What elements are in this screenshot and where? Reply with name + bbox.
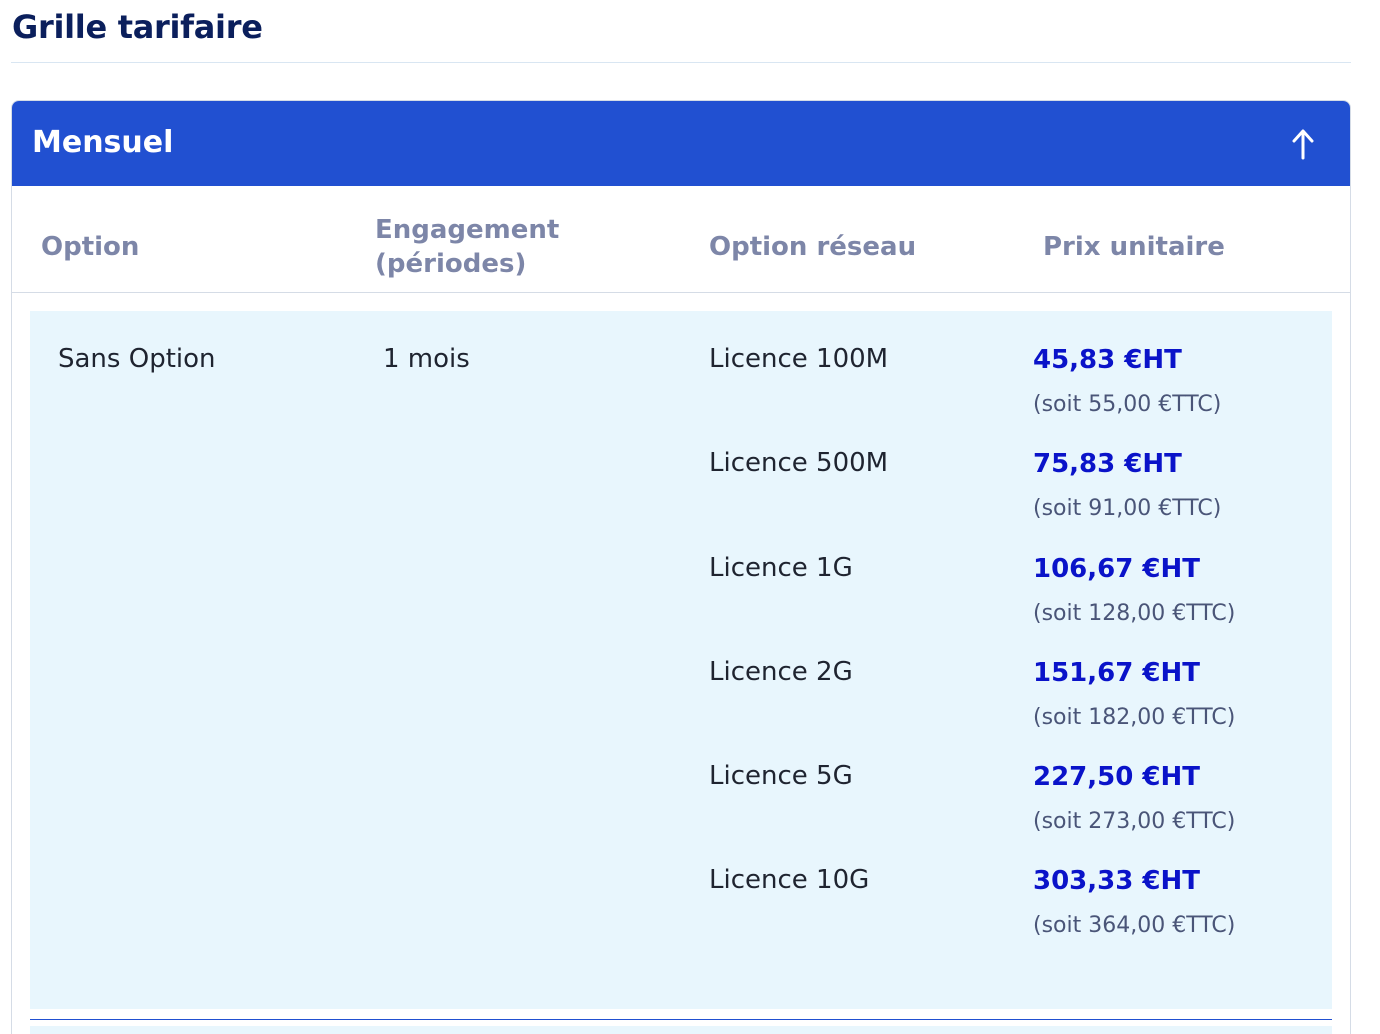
row-group-divider — [30, 1019, 1332, 1020]
cell-network-licence-2g: Licence 2G — [709, 657, 853, 687]
column-header-unit-price: Prix unitaire — [1043, 204, 1323, 290]
cell-price-ht-licence-1g: 106,67 €HT — [1033, 554, 1200, 584]
collapse-button[interactable] — [1288, 127, 1318, 161]
column-header-engagement-label: Engagement (périodes) — [375, 215, 560, 279]
title-divider — [11, 62, 1351, 63]
cell-price-ttc-licence-10g: (soit 364,00 €TTC) — [1033, 913, 1236, 938]
cell-price-ht-licence-100m: 45,83 €HT — [1033, 345, 1182, 375]
cell-price-ttc-licence-500m: (soit 91,00 €TTC) — [1033, 496, 1222, 521]
column-header-engagement: Engagement (périodes) — [375, 204, 595, 290]
column-header-network: Option réseau — [709, 204, 1009, 290]
column-header-network-label: Option réseau — [709, 232, 917, 262]
pricing-accordion: Mensuel Option Engagement (périodes) Opt… — [11, 100, 1351, 1034]
cell-network-licence-500m: Licence 500M — [709, 448, 889, 478]
cell-network-licence-10g: Licence 10G — [709, 865, 870, 895]
header-divider — [12, 292, 1350, 293]
cell-price-ht-licence-10g: 303,33 €HT — [1033, 866, 1200, 896]
cell-network-licence-1g: Licence 1G — [709, 553, 853, 583]
column-header-unit-price-label: Prix unitaire — [1043, 232, 1225, 262]
cell-price-ttc-licence-2g: (soit 182,00 €TTC) — [1033, 705, 1236, 730]
column-header-option-label: Option — [41, 232, 140, 262]
accordion-title: Mensuel — [32, 125, 174, 160]
cell-network-licence-100m: Licence 100M — [709, 344, 889, 374]
next-row-group — [30, 1026, 1332, 1034]
cell-network-licence-5g: Licence 5G — [709, 761, 853, 791]
accordion-header[interactable]: Mensuel — [12, 101, 1350, 186]
table-row-group: Sans Option 1 mois Licence 100M 45,83 €H… — [30, 311, 1332, 1009]
cell-price-ttc-licence-100m: (soit 55,00 €TTC) — [1033, 392, 1222, 417]
cell-price-ht-licence-2g: 151,67 €HT — [1033, 658, 1200, 688]
cell-price-ht-licence-500m: 75,83 €HT — [1033, 449, 1182, 479]
cell-price-ttc-licence-1g: (soit 128,00 €TTC) — [1033, 601, 1236, 626]
cell-price-ht-licence-5g: 227,50 €HT — [1033, 762, 1200, 792]
cell-option: Sans Option — [58, 344, 216, 374]
column-header-option: Option — [41, 204, 341, 290]
cell-engagement: 1 mois — [383, 344, 470, 374]
cell-price-ttc-licence-5g: (soit 273,00 €TTC) — [1033, 809, 1236, 834]
arrow-up-icon — [1292, 129, 1314, 160]
pricing-page: Grille tarifaire Mensuel Option Engageme… — [0, 0, 1380, 1034]
page-title: Grille tarifaire — [12, 8, 263, 46]
